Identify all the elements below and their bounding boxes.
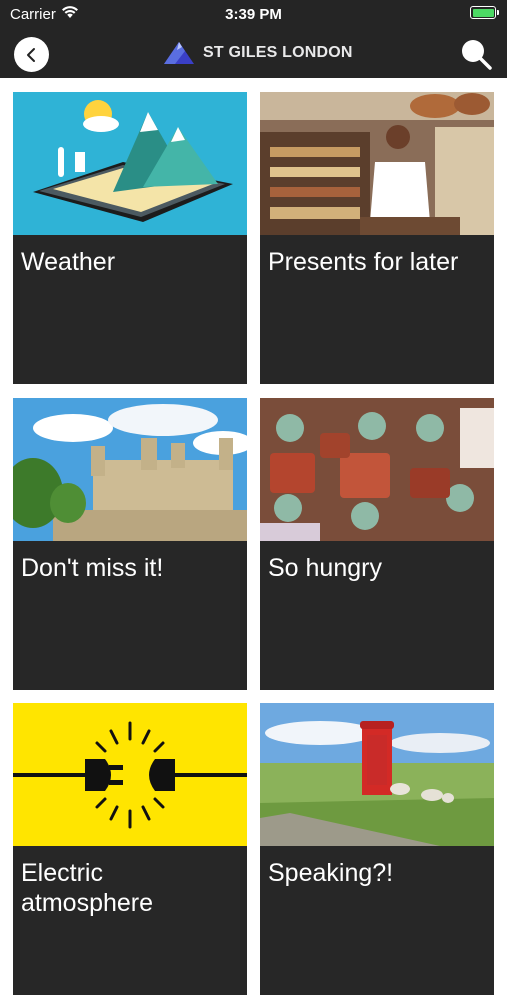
back-button[interactable] — [14, 37, 49, 72]
top-bar: Carrier 3:39 PM ST GILES LONDON — [0, 0, 507, 78]
card-weather[interactable]: Weather — [13, 92, 247, 384]
chevron-left-icon — [26, 47, 35, 62]
battery-icon — [470, 6, 499, 19]
tower-of-london-photo — [13, 398, 247, 541]
card-dont-miss[interactable]: Don't miss it! — [13, 398, 247, 690]
status-bar: Carrier 3:39 PM — [0, 0, 507, 28]
card-title: Speaking?! — [268, 859, 394, 887]
search-icon — [462, 40, 492, 70]
plug-socket-illustration — [13, 703, 247, 846]
card-title: So hungry — [268, 554, 382, 582]
brand-logo: ST GILES LONDON — [163, 38, 353, 68]
topic-grid: Weather Presents for later Don't miss it… — [0, 78, 507, 995]
card-so-hungry[interactable]: So hungry — [260, 398, 494, 690]
brand-name: ST GILES LONDON — [203, 44, 353, 61]
search-button[interactable] — [459, 37, 493, 71]
mountain-logo-icon — [164, 42, 194, 64]
nav-bar: ST GILES LONDON — [0, 28, 507, 78]
card-title: Electric atmosphere — [21, 859, 154, 917]
card-presents[interactable]: Presents for later — [260, 92, 494, 384]
card-speaking[interactable]: Speaking?! — [260, 703, 494, 995]
weather-tablet-illustration — [13, 92, 247, 235]
card-electric[interactable]: Electric atmosphere — [13, 703, 247, 995]
phone-box-photo — [260, 703, 494, 846]
market-shopper-photo — [260, 92, 494, 235]
card-title: Weather — [21, 248, 116, 276]
card-title: Presents for later — [268, 248, 459, 276]
card-title: Don't miss it! — [21, 554, 164, 582]
clock: 3:39 PM — [225, 6, 282, 23]
shared-meal-photo — [260, 398, 494, 541]
